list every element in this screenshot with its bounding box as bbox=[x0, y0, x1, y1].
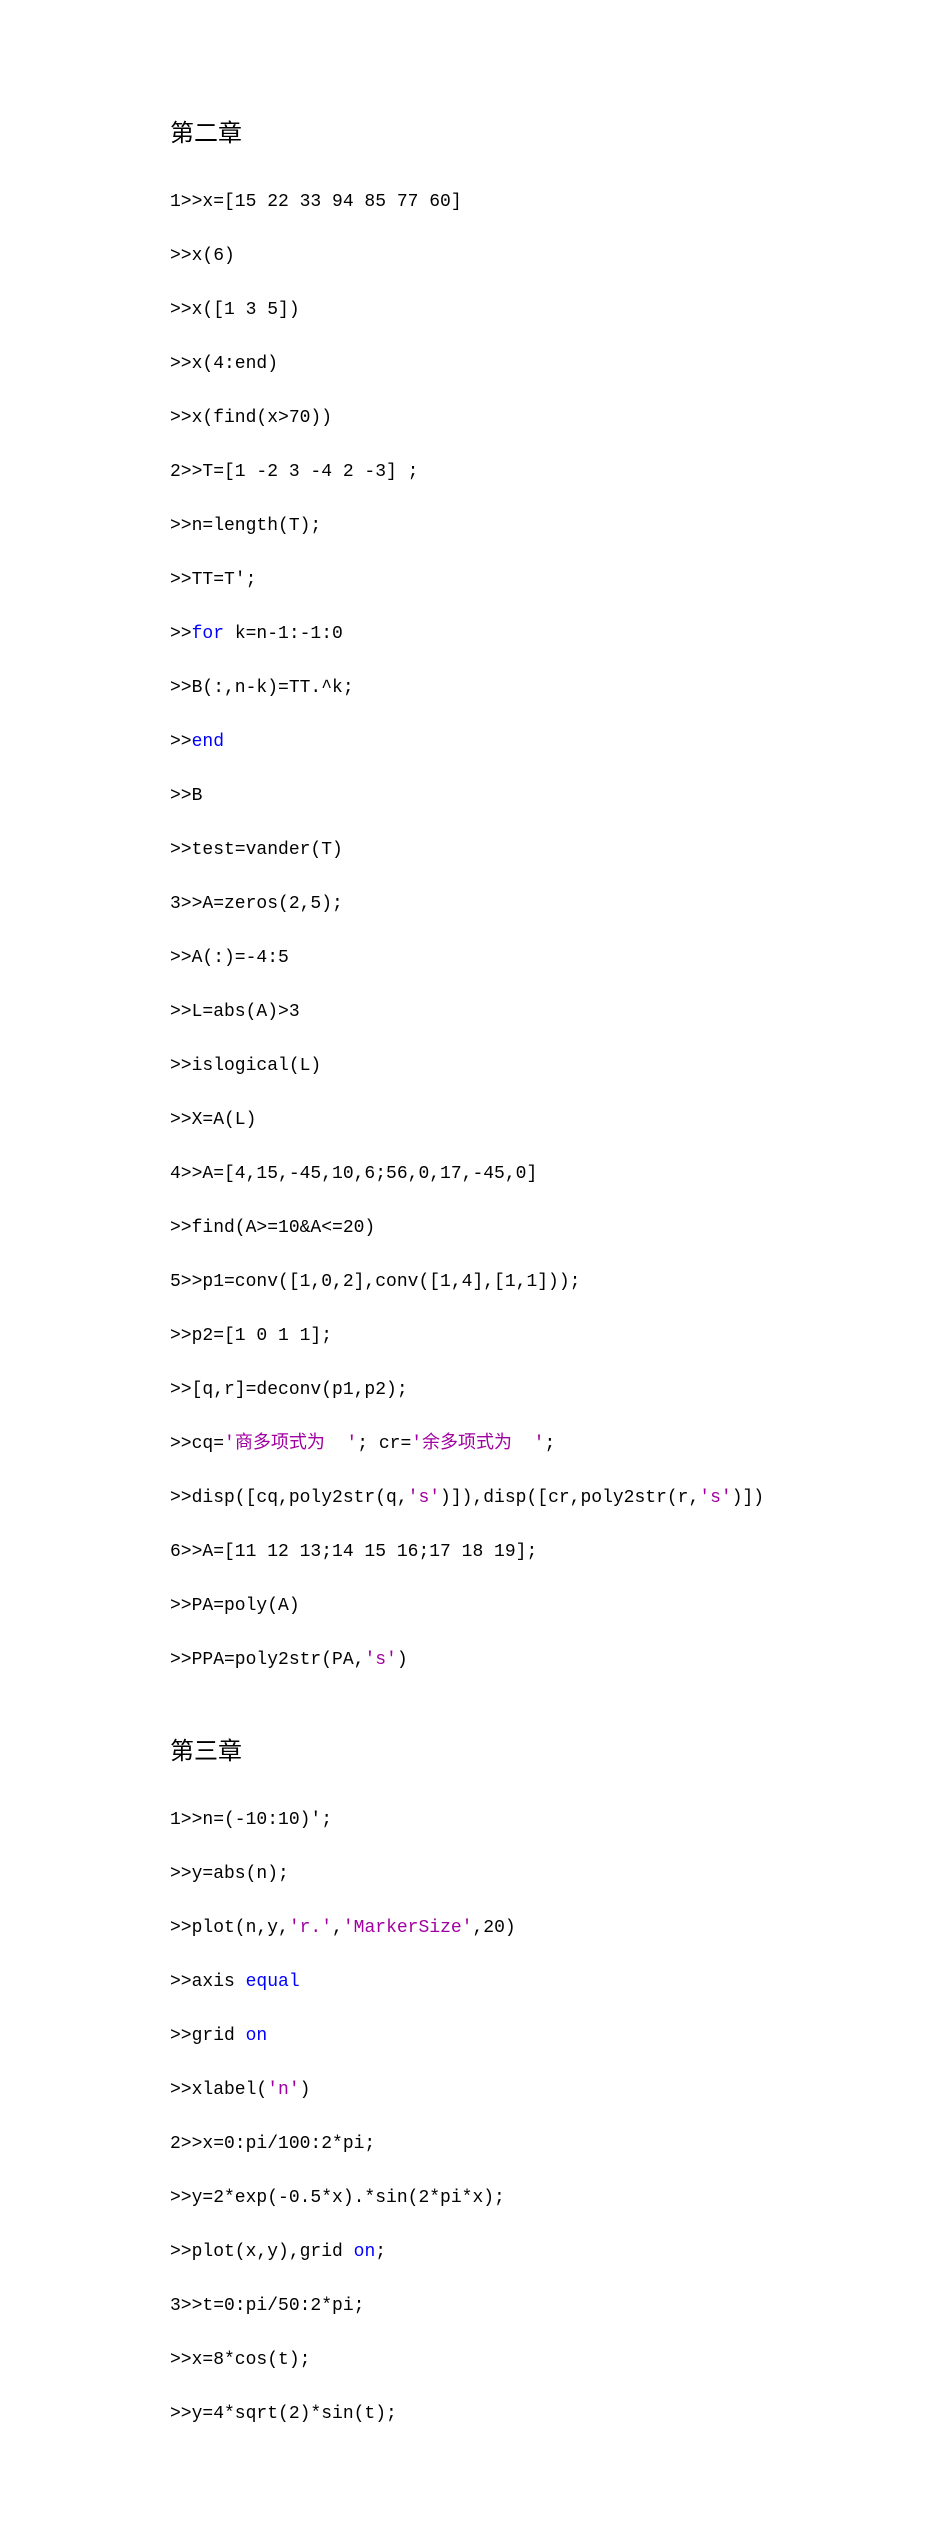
code-line: >>find(A>=10&A<=20) bbox=[170, 1215, 775, 1242]
string-literal: 's' bbox=[364, 1650, 396, 1670]
code-line: >>[q,r]=deconv(p1,p2); bbox=[170, 1377, 775, 1404]
code-line: >>cq='商多项式为 '; cr='余多项式为 '; bbox=[170, 1431, 775, 1458]
chapter-2-heading: 第二章 bbox=[170, 116, 775, 152]
code-frag: >>plot(x,y),grid bbox=[170, 2242, 354, 2262]
code-line: >>for k=n-1:-1:0 bbox=[170, 621, 775, 648]
keyword-for: for bbox=[192, 624, 224, 644]
code-block-ch3: 1>>n=(-10:10)'; >>y=abs(n); >>plot(n,y,'… bbox=[170, 1780, 775, 2482]
code-line: >>plot(n,y,'r.','MarkerSize',20) bbox=[170, 1915, 775, 1942]
code-line: >>y=4*sqrt(2)*sin(t); bbox=[170, 2401, 775, 2428]
code-line: 3>>A=zeros(2,5); bbox=[170, 891, 775, 918]
code-line: >>axis equal bbox=[170, 1969, 775, 1996]
code-line: >>n=length(T); bbox=[170, 513, 775, 540]
code-frag: >>disp([cq,poly2str(q, bbox=[170, 1488, 408, 1508]
code-line: 1>>x=[15 22 33 94 85 77 60] bbox=[170, 189, 775, 216]
code-frag: >>grid bbox=[170, 2026, 246, 2046]
keyword-equal: equal bbox=[246, 1972, 300, 1992]
code-line: >>x(find(x>70)) bbox=[170, 405, 775, 432]
code-frag: ; bbox=[375, 2242, 386, 2262]
code-frag: >>xlabel( bbox=[170, 2080, 267, 2100]
code-frag: ) bbox=[397, 1650, 408, 1670]
code-line: >>B(:,n-k)=TT.^k; bbox=[170, 675, 775, 702]
code-frag: , bbox=[332, 1918, 343, 1938]
code-line: >>plot(x,y),grid on; bbox=[170, 2239, 775, 2266]
keyword-end: end bbox=[192, 732, 224, 752]
code-frag: >>axis bbox=[170, 1972, 246, 1992]
code-line: >>islogical(L) bbox=[170, 1053, 775, 1080]
code-line: >>x=8*cos(t); bbox=[170, 2347, 775, 2374]
code-line: >>y=2*exp(-0.5*x).*sin(2*pi*x); bbox=[170, 2185, 775, 2212]
code-frag: k=n-1:-1:0 bbox=[224, 624, 343, 644]
string-literal: '商多项式为 ' bbox=[224, 1434, 357, 1454]
code-line: 3>>t=0:pi/50:2*pi; bbox=[170, 2293, 775, 2320]
code-line: >>X=A(L) bbox=[170, 1107, 775, 1134]
code-frag: >>PPA=poly2str(PA, bbox=[170, 1650, 364, 1670]
code-line: >>B bbox=[170, 783, 775, 810]
code-frag: ,20) bbox=[472, 1918, 515, 1938]
code-frag: >> bbox=[170, 624, 192, 644]
code-line: >>A(:)=-4:5 bbox=[170, 945, 775, 972]
code-frag: ; cr= bbox=[357, 1434, 411, 1454]
code-frag: >>cq= bbox=[170, 1434, 224, 1454]
code-line: 2>>x=0:pi/100:2*pi; bbox=[170, 2131, 775, 2158]
code-line: 6>>A=[11 12 13;14 15 16;17 18 19]; bbox=[170, 1539, 775, 1566]
code-frag: )]) bbox=[732, 1488, 764, 1508]
code-line: >>PA=poly(A) bbox=[170, 1593, 775, 1620]
code-line: >>y=abs(n); bbox=[170, 1861, 775, 1888]
code-line: >>end bbox=[170, 729, 775, 756]
code-line: >>disp([cq,poly2str(q,'s')]),disp([cr,po… bbox=[170, 1485, 775, 1512]
code-line: >>TT=T'; bbox=[170, 567, 775, 594]
keyword-on: on bbox=[354, 2242, 376, 2262]
code-block-ch2: 1>>x=[15 22 33 94 85 77 60] >>x(6) >>x([… bbox=[170, 162, 775, 1728]
document-page: 第二章 1>>x=[15 22 33 94 85 77 60] >>x(6) >… bbox=[0, 0, 945, 2542]
code-line: >>x(6) bbox=[170, 243, 775, 270]
chapter-3-heading: 第三章 bbox=[170, 1734, 775, 1770]
code-line: >>x([1 3 5]) bbox=[170, 297, 775, 324]
keyword-on: on bbox=[246, 2026, 268, 2046]
code-frag: )]),disp([cr,poly2str(r, bbox=[440, 1488, 699, 1508]
code-line: 5>>p1=conv([1,0,2],conv([1,4],[1,1])); bbox=[170, 1269, 775, 1296]
code-frag: ; bbox=[544, 1434, 555, 1454]
code-line: >>PPA=poly2str(PA,'s') bbox=[170, 1647, 775, 1674]
string-literal: 'r.' bbox=[289, 1918, 332, 1938]
code-line: 4>>A=[4,15,-45,10,6;56,0,17,-45,0] bbox=[170, 1161, 775, 1188]
code-line: >>test=vander(T) bbox=[170, 837, 775, 864]
code-line: >>xlabel('n') bbox=[170, 2077, 775, 2104]
string-literal: 'MarkerSize' bbox=[343, 1918, 473, 1938]
code-frag: >> bbox=[170, 732, 192, 752]
code-line: 1>>n=(-10:10)'; bbox=[170, 1807, 775, 1834]
string-literal: 'n' bbox=[267, 2080, 299, 2100]
code-frag: >>plot(n,y, bbox=[170, 1918, 289, 1938]
code-line: 2>>T=[1 -2 3 -4 2 -3] ; bbox=[170, 459, 775, 486]
code-frag: ) bbox=[300, 2080, 311, 2100]
string-literal: 's' bbox=[408, 1488, 440, 1508]
string-literal: '余多项式为 ' bbox=[411, 1434, 544, 1454]
code-line: >>grid on bbox=[170, 2023, 775, 2050]
code-line: >>L=abs(A)>3 bbox=[170, 999, 775, 1026]
string-literal: 's' bbox=[699, 1488, 731, 1508]
code-line: >>x(4:end) bbox=[170, 351, 775, 378]
